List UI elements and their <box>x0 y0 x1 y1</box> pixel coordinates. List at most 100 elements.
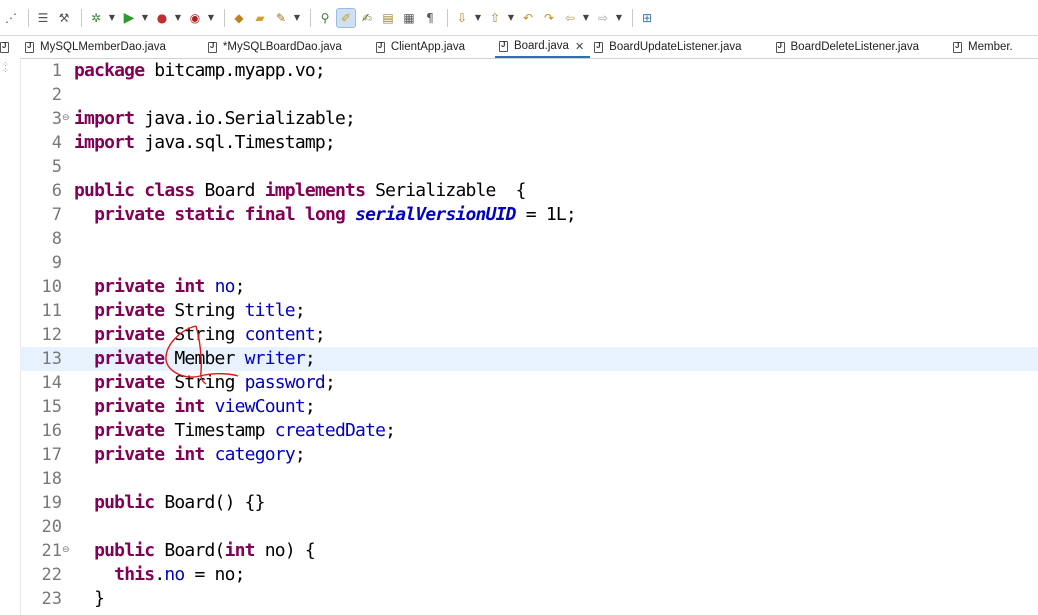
next-annotation-icon[interactable]: ⇩ <box>453 9 471 27</box>
debug-dropdown-icon[interactable]: ▼ <box>108 13 116 22</box>
open-folder-icon[interactable]: ▰ <box>251 9 269 27</box>
code-token: int <box>174 396 205 417</box>
code-line[interactable]: 21 ⊖ public Board(int no) { <box>20 539 1038 563</box>
code-line[interactable]: 10 private int no; <box>20 275 1038 299</box>
forward-icon[interactable]: ⇨ <box>594 9 612 27</box>
code-line[interactable]: 14 private String password; <box>20 371 1038 395</box>
code-text[interactable]: } <box>74 587 105 611</box>
code-text[interactable]: import java.io.Serializable; <box>74 107 356 131</box>
code-line[interactable]: 22 this.no = no; <box>20 563 1038 587</box>
code-text[interactable]: private String password; <box>74 371 336 395</box>
code-editor[interactable]: 1 package bitcamp.myapp.vo; 2 3 ⊖ import java… <box>20 58 1038 615</box>
external-tools-dropdown-icon[interactable]: ▼ <box>207 13 215 22</box>
code-line[interactable]: 4 import java.sql.Timestamp; <box>20 131 1038 155</box>
previous-annotation-icon[interactable]: ⇧ <box>486 9 504 27</box>
code-token: private <box>94 444 165 465</box>
code-line[interactable]: 9 <box>20 251 1038 275</box>
code-text[interactable]: package bitcamp.myapp.vo; <box>74 59 326 83</box>
tab-mysqlmemberdao[interactable]: MySQLMemberDao.java <box>21 36 204 58</box>
code-text[interactable]: public class Board implements Serializab… <box>74 179 527 203</box>
mark-occurrences-icon[interactable]: ✐ <box>336 7 356 28</box>
code-text[interactable]: private String content; <box>74 323 326 347</box>
tab-left-edge <box>0 36 21 58</box>
open-perspective-icon[interactable]: ⊞ <box>638 9 656 27</box>
toolbar-separator <box>28 8 29 27</box>
code-line[interactable]: 23 } <box>20 587 1038 611</box>
toolbar-separator <box>224 8 225 27</box>
drag-handle-icon[interactable]: ⁘ ⁘ <box>2 61 9 75</box>
build-icon[interactable]: ⋰ <box>2 9 20 27</box>
code-text[interactable]: public Board() {} <box>74 491 265 515</box>
code-line[interactable]: 6 public class Board implements Serializa… <box>20 179 1038 203</box>
show-whitespace-icon[interactable]: ¶ <box>421 9 439 27</box>
block-selection-icon[interactable]: ▦ <box>400 9 418 27</box>
breadcrumb-icon[interactable]: ▤ <box>379 9 397 27</box>
search-icon[interactable]: ⚲ <box>316 9 334 27</box>
next-annotation-dropdown-icon[interactable]: ▼ <box>474 13 482 22</box>
code-text[interactable]: import java.sql.Timestamp; <box>74 131 336 155</box>
fold-toggle-icon[interactable]: ⊖ <box>62 545 70 555</box>
code-text[interactable]: this.no = no; <box>74 563 245 587</box>
code-line[interactable]: 3 ⊖ import java.io.Serializable; <box>20 107 1038 131</box>
tab-member[interactable]: Member. <box>949 36 1017 58</box>
code-text[interactable]: private int viewCount; <box>74 395 316 419</box>
forward-dropdown-icon[interactable]: ▼ <box>615 13 623 22</box>
toolbar-separator <box>310 8 311 27</box>
coverage-dropdown-icon[interactable]: ▼ <box>174 13 182 22</box>
code-line[interactable]: 8 <box>20 227 1038 251</box>
code-text[interactable]: private int no; <box>74 275 245 299</box>
code-line[interactable]: 1 package bitcamp.myapp.vo; <box>20 59 1038 83</box>
code-text[interactable]: public Board(int no) { <box>74 539 316 563</box>
tab-clientapp[interactable]: ClientApp.java <box>372 36 495 58</box>
tab-boardupdatelistener[interactable]: BoardUpdateListener.java <box>590 36 771 58</box>
code-text[interactable]: private String title; <box>74 299 306 323</box>
code-text[interactable]: private static final long serialVersionU… <box>74 203 577 227</box>
tab-label: BoardUpdateListener.java <box>609 41 742 53</box>
code-line[interactable]: 11 private String title; <box>20 299 1038 323</box>
open-type-icon[interactable]: ✎ <box>272 9 290 27</box>
close-icon[interactable]: ✕ <box>575 40 584 53</box>
code-line[interactable]: 17 private int category; <box>20 443 1038 467</box>
code-token: no <box>214 276 236 297</box>
toggle-breadcrumb-icon[interactable]: ☰ <box>34 9 52 27</box>
previous-annotation-dropdown-icon[interactable]: ▼ <box>507 13 515 22</box>
annotation-icon[interactable]: ✍ <box>358 9 376 27</box>
code-line[interactable]: 13 private Member writer; <box>20 347 1038 371</box>
run-dropdown-icon[interactable]: ▼ <box>141 13 149 22</box>
tab-board[interactable]: Board.java ✕ <box>494 36 591 58</box>
line-number: 17 <box>41 445 62 465</box>
external-tools-icon[interactable]: ◉ <box>186 9 204 27</box>
coverage-icon[interactable]: ● <box>153 9 171 27</box>
debug-icon[interactable]: ✲ <box>87 9 105 27</box>
code-token: createdDate <box>274 420 386 441</box>
code-text[interactable]: private Member writer; <box>74 347 316 371</box>
back-icon[interactable]: ⇦ <box>561 9 579 27</box>
tab-boarddeletelistener[interactable]: BoardDeleteListener.java <box>772 36 950 58</box>
code-line[interactable]: 15 private int viewCount; <box>20 395 1038 419</box>
skip-breakpoints-icon[interactable]: ⚒ <box>55 9 73 27</box>
code-line[interactable]: 20 <box>20 515 1038 539</box>
code-line[interactable]: 19 public Board() {} <box>20 491 1038 515</box>
code-line[interactable]: 12 private String content; <box>20 323 1038 347</box>
last-edit-icon[interactable]: ↶ <box>519 9 537 27</box>
code-line[interactable]: 5 <box>20 155 1038 179</box>
code-token: no <box>164 564 185 585</box>
code-line[interactable]: 7 private static final long serialVersio… <box>20 203 1038 227</box>
back-dropdown-icon[interactable]: ▼ <box>582 13 590 22</box>
code-text[interactable]: private Timestamp createdDate; <box>74 419 396 443</box>
fold-toggle-icon[interactable]: ⊖ <box>62 113 70 123</box>
new-package-icon[interactable]: ◆ <box>230 9 248 27</box>
code-line[interactable]: 16 private Timestamp createdDate; <box>20 419 1038 443</box>
code-line[interactable]: 18 <box>20 467 1038 491</box>
code-line[interactable]: 2 <box>20 83 1038 107</box>
open-type-dropdown-icon[interactable]: ▼ <box>293 13 301 22</box>
code-text[interactable]: private int category; <box>74 443 306 467</box>
run-icon[interactable]: ▶ <box>120 9 138 27</box>
history-icon[interactable]: ↷ <box>540 9 558 27</box>
code-token: no) { <box>254 540 316 561</box>
tab-mysqlboarddao[interactable]: *MySQLBoardDao.java <box>204 36 372 58</box>
line-number: 22 <box>41 565 62 585</box>
